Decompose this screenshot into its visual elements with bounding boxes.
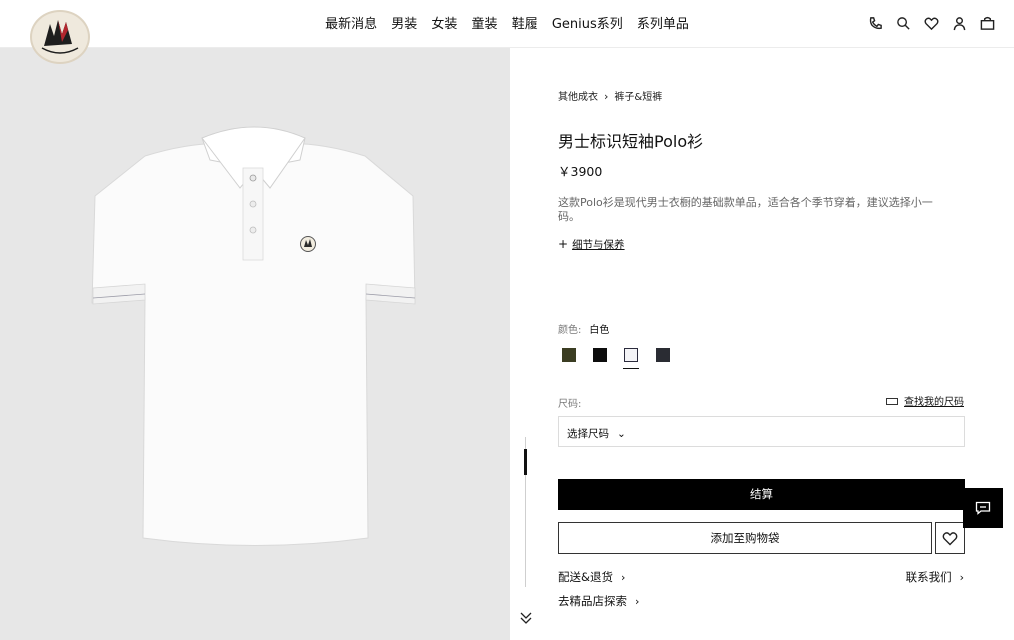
phone-icon[interactable]: [866, 14, 884, 32]
header-icons: [866, 14, 996, 32]
user-icon[interactable]: [950, 14, 968, 32]
image-scroll-thumb[interactable]: [524, 449, 527, 475]
product-title: 男士标识短袖Polo衫: [558, 132, 704, 151]
nav-item-men[interactable]: 男装: [391, 13, 417, 32]
details-care-link[interactable]: + 细节与保养: [558, 237, 625, 252]
chat-button[interactable]: [963, 488, 1003, 528]
nav-item-collection[interactable]: 系列单品: [637, 13, 689, 32]
chat-icon: [975, 501, 991, 515]
color-swatch-black[interactable]: [593, 348, 607, 362]
site-header: 最新消息 男装 女装 童装 鞋履 Genius系列 系列单品: [0, 0, 1014, 64]
shipping-returns-label: 配送&退货: [558, 570, 613, 584]
main-nav: 最新消息 男装 女装 童装 鞋履 Genius系列 系列单品: [0, 13, 1014, 32]
nav-item-kids[interactable]: 童装: [472, 13, 498, 32]
scroll-down-icon[interactable]: [519, 610, 533, 626]
store-explore-link[interactable]: 去精品店探索 ›: [558, 593, 639, 609]
nav-item-women[interactable]: 女装: [431, 13, 457, 32]
color-swatch-olive[interactable]: [562, 348, 576, 362]
shipping-returns-link[interactable]: 配送&退货 ›: [558, 569, 625, 585]
product-image[interactable]: [0, 48, 510, 640]
search-icon[interactable]: [894, 14, 912, 32]
size-select[interactable]: 选择尺码 ⌄: [558, 416, 965, 447]
heart-icon[interactable]: [922, 14, 940, 32]
polo-shirt-image: [91, 126, 416, 546]
chevron-right-icon: ›: [959, 571, 964, 584]
color-swatch-white[interactable]: [624, 348, 638, 362]
color-row: 颜色: 白色: [558, 321, 609, 336]
nav-item-news[interactable]: 最新消息: [325, 13, 377, 32]
selected-swatch-indicator: [623, 368, 639, 369]
size-label: 尺码:: [558, 399, 582, 410]
chevron-right-icon: ›: [620, 571, 626, 584]
product-price: ￥3900: [558, 164, 603, 179]
chevron-down-icon: ⌄: [617, 428, 626, 440]
store-explore-label: 去精品店探索: [558, 594, 627, 608]
wishlist-button[interactable]: [935, 522, 965, 554]
breadcrumb: 其他成衣 › 裤子&短裤: [558, 88, 662, 103]
checkout-button[interactable]: 结算: [558, 479, 965, 510]
product-description: 这款Polo衫是现代男士衣橱的基础款单品，适合各个季节穿着，建议选择小一码。: [558, 196, 933, 223]
chevron-right-icon: ›: [635, 595, 640, 608]
breadcrumb-item-category[interactable]: 其他成衣: [558, 92, 598, 103]
size-guide-link[interactable]: 查找我的尺码: [886, 393, 964, 408]
bag-icon[interactable]: [978, 14, 996, 32]
nav-item-genius[interactable]: Genius系列: [552, 13, 623, 32]
contact-us-label: 联系我们: [905, 570, 952, 584]
ruler-icon: [886, 397, 898, 405]
add-to-bag-button[interactable]: 添加至购物袋: [558, 522, 932, 554]
size-select-value: 选择尺码: [567, 428, 609, 440]
nav-item-shoes[interactable]: 鞋履: [512, 13, 538, 32]
color-value: 白色: [589, 325, 610, 336]
plus-icon: +: [558, 237, 569, 251]
details-care-label: 细节与保养: [572, 239, 625, 251]
color-swatch-navy[interactable]: [656, 348, 670, 362]
breadcrumb-item-subcategory[interactable]: 裤子&短裤: [614, 92, 662, 103]
color-label: 颜色:: [558, 325, 582, 336]
chevron-right-icon: ›: [604, 90, 609, 103]
size-guide-label: 查找我的尺码: [904, 397, 964, 408]
contact-us-link[interactable]: 联系我们 ›: [906, 569, 964, 585]
heart-icon: [942, 531, 958, 545]
